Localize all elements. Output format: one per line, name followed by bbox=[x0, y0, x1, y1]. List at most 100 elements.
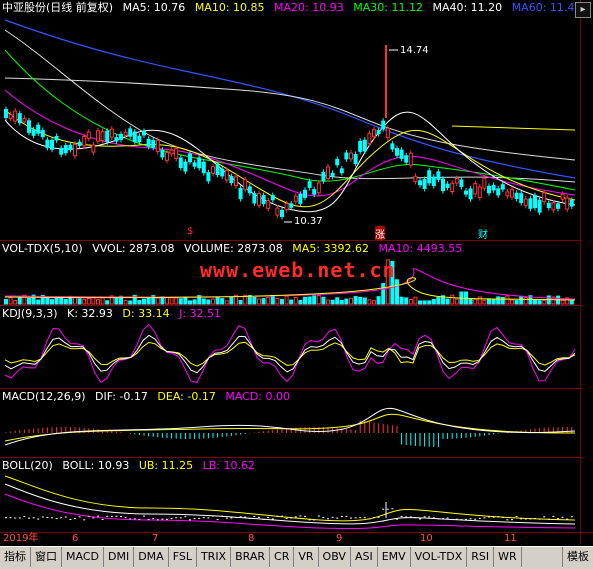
volume-bar bbox=[537, 300, 542, 305]
candle-body bbox=[349, 152, 353, 160]
candle-body bbox=[36, 124, 41, 134]
volume-bar bbox=[275, 297, 280, 305]
ma60-label: MA60: 11.4 bbox=[511, 1, 575, 14]
volume-bar bbox=[445, 298, 450, 305]
volume-bar bbox=[284, 295, 289, 305]
volume-bar bbox=[519, 295, 524, 305]
macd-panel[interactable]: MACD(12,26,9) DIF: -0.17 DEA: -0.17 MACD… bbox=[0, 389, 580, 458]
volume-bar bbox=[13, 300, 18, 305]
kline-panel[interactable]: 中亚股份(日线 前复权) MA5: 10.76 MA10: 10.85 MA20… bbox=[0, 0, 580, 241]
volume-bar bbox=[174, 297, 179, 305]
candle-body bbox=[165, 151, 169, 161]
ma40-line bbox=[4, 77, 576, 161]
tab-dmi[interactable]: DMI bbox=[104, 547, 135, 567]
volume-bar bbox=[500, 296, 505, 305]
volume-bar bbox=[339, 300, 344, 305]
event-marker-rise[interactable]: 涨 bbox=[375, 226, 385, 240]
volume-bar bbox=[427, 300, 432, 305]
macd-header: MACD(12,26,9) DIF: -0.17 DEA: -0.17 MACD… bbox=[0, 389, 296, 404]
candle-body bbox=[418, 180, 422, 186]
ma20-label: MA20: 10.93 bbox=[274, 1, 344, 14]
candle-body bbox=[454, 178, 459, 184]
tab-obv[interactable]: OBV bbox=[319, 547, 351, 567]
volume-bar bbox=[330, 299, 335, 305]
volume-bar bbox=[50, 299, 54, 305]
volume-bar bbox=[418, 300, 422, 305]
low-price-label: 10.37 bbox=[294, 216, 323, 227]
volume-bar bbox=[206, 299, 211, 305]
tab-fsl[interactable]: FSL bbox=[169, 547, 197, 567]
volume-bar bbox=[201, 298, 206, 305]
candlesticks bbox=[4, 106, 574, 220]
candle-body bbox=[178, 157, 183, 169]
kdj-panel[interactable]: KDJ(9,3,3) K: 32.93 D: 33.14 J: 32.51 bbox=[0, 306, 580, 389]
volume-bar bbox=[482, 299, 487, 305]
boll-price-ticks bbox=[5, 508, 573, 521]
candle-body bbox=[565, 197, 570, 210]
tab-cr[interactable]: CR bbox=[270, 547, 295, 567]
candle-body bbox=[339, 168, 344, 174]
candle-body bbox=[63, 145, 68, 154]
kdj-d-line bbox=[4, 341, 576, 367]
tab-macd[interactable]: MACD bbox=[62, 547, 104, 567]
tab-trix[interactable]: TRIX bbox=[197, 547, 232, 567]
ma20-line bbox=[4, 89, 576, 197]
volume-bar bbox=[505, 295, 510, 305]
candle-body bbox=[330, 172, 335, 177]
tab-template[interactable]: 模板 bbox=[562, 547, 593, 567]
candle-body bbox=[569, 199, 574, 207]
candle-body bbox=[289, 203, 294, 208]
candle-body bbox=[510, 188, 514, 198]
vol-ma10-label: MA10: 4493.55 bbox=[378, 242, 463, 255]
candle-body bbox=[54, 136, 59, 141]
kdj-indicator-name: KDJ(9,3,3) bbox=[2, 307, 58, 320]
volume-bar bbox=[17, 297, 22, 305]
date-label-10: 10 bbox=[420, 533, 433, 544]
tab-wr[interactable]: WR bbox=[494, 547, 522, 567]
volume-bar bbox=[229, 296, 234, 305]
event-marker-finance[interactable]: 财 bbox=[478, 226, 488, 240]
candle-body bbox=[183, 161, 188, 172]
volume-bar bbox=[137, 300, 142, 305]
candle-body bbox=[362, 139, 367, 152]
volume-bar bbox=[224, 300, 229, 305]
tab-brar[interactable]: BRAR bbox=[231, 547, 271, 567]
volume-bar bbox=[496, 296, 501, 305]
tab-window[interactable]: 窗口 bbox=[31, 547, 62, 567]
candle-body bbox=[546, 202, 551, 208]
tab-vol-tdx[interactable]: VOL-TDX bbox=[411, 547, 468, 567]
tab-indicators[interactable]: 指标 bbox=[0, 547, 31, 567]
candle-body bbox=[234, 176, 238, 187]
macd-dea-label: DEA: -0.17 bbox=[157, 390, 216, 403]
volume-bar bbox=[399, 296, 404, 305]
candle-body bbox=[220, 168, 225, 177]
candle-body bbox=[537, 199, 542, 213]
candle-body bbox=[514, 192, 519, 199]
volume-bar bbox=[422, 300, 427, 305]
candle-body bbox=[4, 108, 8, 118]
volume-bar bbox=[303, 296, 307, 305]
boll-lb-line bbox=[4, 493, 576, 530]
volume-bar bbox=[8, 296, 13, 305]
candle-body bbox=[482, 177, 487, 189]
date-axis: 2019年 6 7 8 9 10 11 bbox=[0, 532, 593, 545]
tab-vr[interactable]: VR bbox=[294, 547, 319, 567]
candle-body bbox=[146, 138, 151, 147]
volume-bar bbox=[192, 299, 197, 305]
volume-bar bbox=[454, 298, 459, 305]
vol-ma5-label: MA5: 3392.62 bbox=[292, 242, 370, 255]
candle-body bbox=[155, 139, 160, 152]
tab-rsi[interactable]: RSI bbox=[467, 547, 495, 567]
candle-body bbox=[441, 178, 445, 192]
event-marker-dividend[interactable]: $ bbox=[187, 226, 193, 237]
candle-body bbox=[142, 130, 146, 136]
candle-body bbox=[413, 175, 418, 182]
tab-dma[interactable]: DMA bbox=[134, 547, 169, 567]
candle-body bbox=[137, 135, 142, 143]
tab-emv[interactable]: EMV bbox=[378, 547, 411, 567]
tab-asi[interactable]: ASI bbox=[351, 547, 378, 567]
boll-panel[interactable]: BOLL(20) BOLL: 10.93 UB: 11.25 LB: 10.62 bbox=[0, 458, 580, 533]
vvol-label: VVOL: 2873.08 bbox=[92, 242, 175, 255]
scroll-right-button[interactable]: ▸ bbox=[575, 2, 591, 18]
candle-body bbox=[96, 130, 100, 142]
